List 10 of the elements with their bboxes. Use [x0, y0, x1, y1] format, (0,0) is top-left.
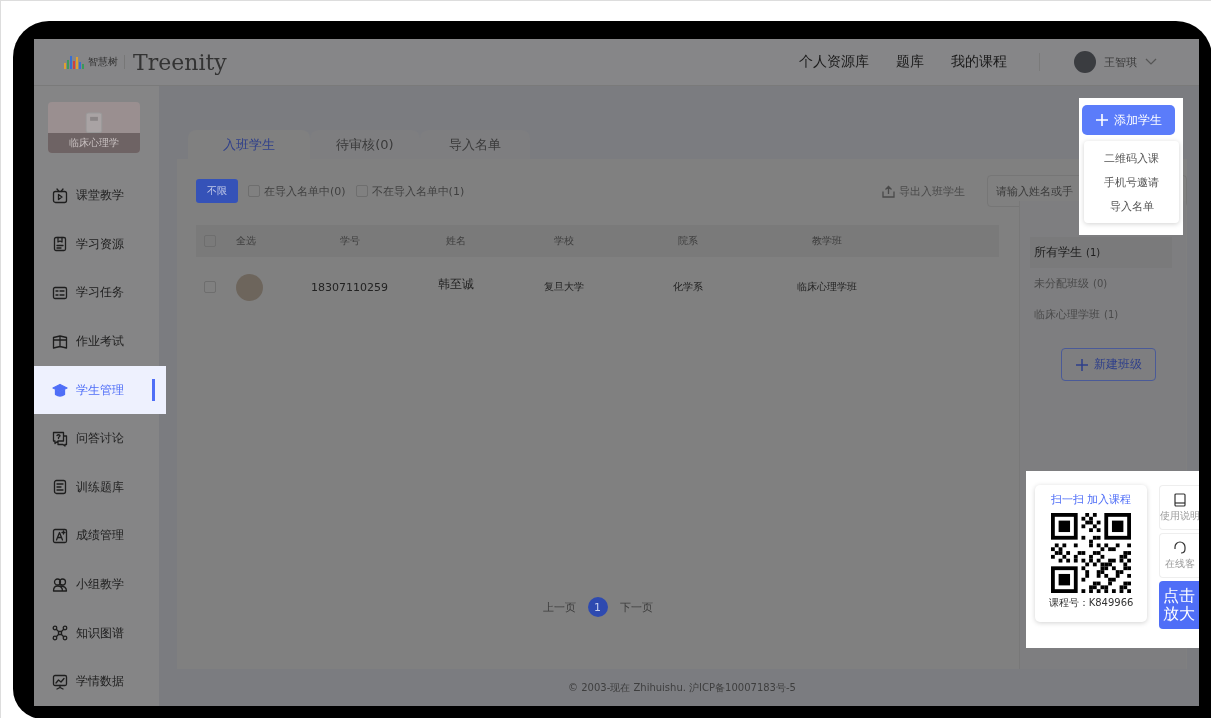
qr-title: 扫一扫 加入课程 — [1050, 492, 1132, 507]
course-title: 临床心理学 — [48, 133, 140, 154]
course-code: 课程号：K849966 — [1048, 596, 1134, 610]
logo-text: Treenity — [133, 49, 227, 75]
table-cell-text: 化学系 — [672, 280, 704, 294]
table-cell-text: 韩至诚 — [437, 275, 475, 293]
logo-mark: 智慧树 — [88, 55, 125, 69]
table-cell-text: 18307110259 — [310, 280, 389, 294]
table-cell-text: 复旦大学 — [543, 280, 585, 294]
table-cell-text: 临床心理学班 — [795, 280, 858, 294]
